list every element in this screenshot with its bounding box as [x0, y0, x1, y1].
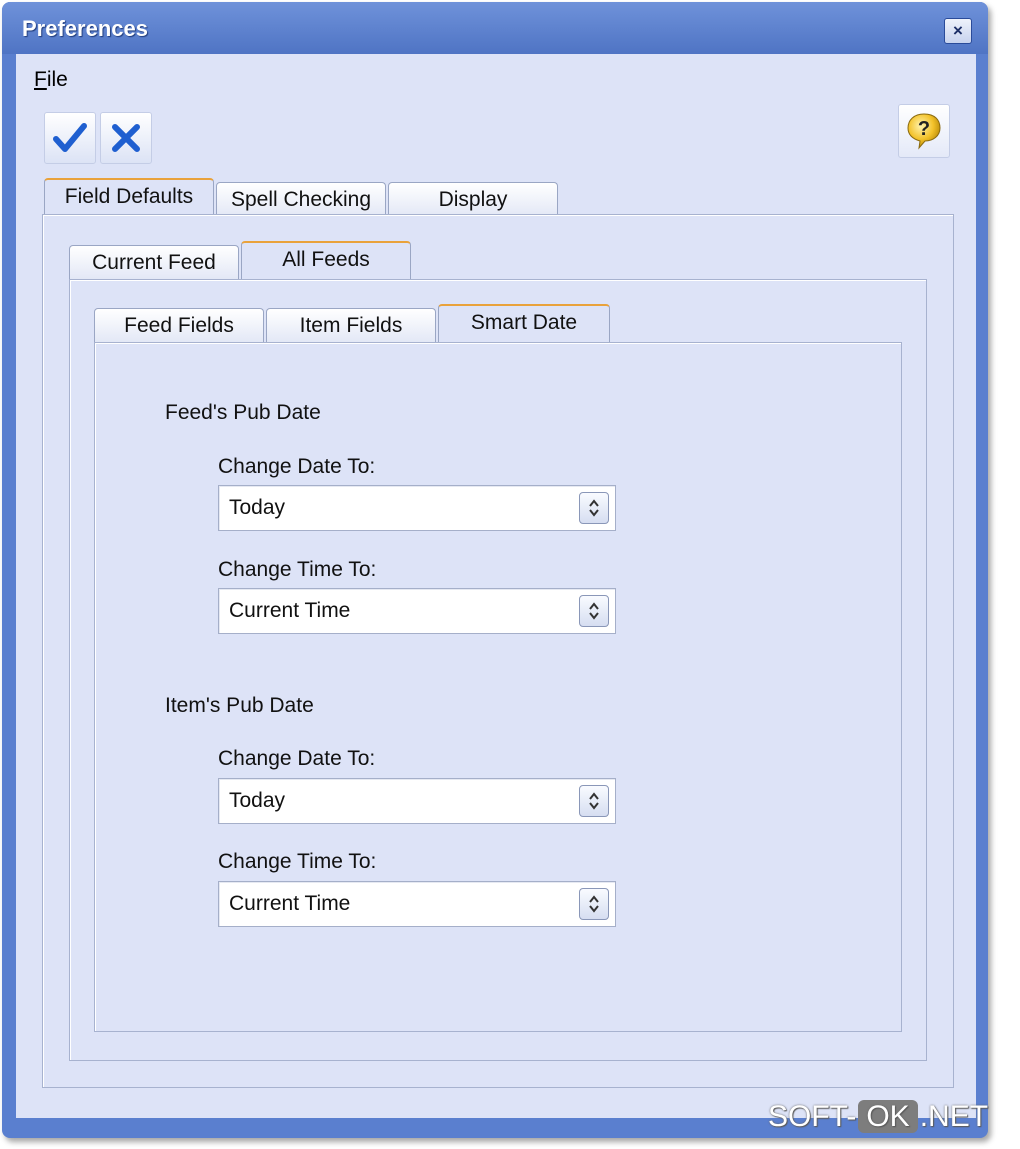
watermark: SOFT- OK .NET [768, 1100, 988, 1134]
feed-change-date-select[interactable]: Today [218, 485, 616, 531]
feed-change-time-value: Current Time [229, 599, 351, 622]
menu-file-mnemonic: F [34, 68, 47, 91]
feed-change-time-select[interactable]: Current Time [218, 588, 616, 634]
feed-change-time-spinner[interactable] [579, 595, 609, 627]
window-client-area: File ? Field Defaults Spell Checking Dis… [16, 54, 976, 1118]
item-change-time-value: Current Time [229, 892, 351, 915]
smart-date-panel: Feed's Pub Date Change Date To: Today Ch… [94, 342, 902, 1032]
menu-file[interactable]: File [34, 68, 68, 92]
title-bar[interactable]: Preferences × [2, 2, 988, 54]
item-change-date-select[interactable]: Today [218, 778, 616, 824]
feed-change-date-value: Today [229, 496, 286, 519]
up-down-arrows-icon [589, 499, 599, 517]
tab-smart-date[interactable]: Smart Date [438, 304, 610, 342]
tab-display[interactable]: Display [388, 182, 558, 216]
field-defaults-panel: Current Feed All Feeds Feed Fields Item … [42, 214, 954, 1088]
tab-spell-checking[interactable]: Spell Checking [216, 182, 386, 216]
help-button[interactable]: ? [898, 104, 950, 158]
watermark-right: .NET [919, 1100, 989, 1133]
ok-button[interactable] [44, 112, 96, 164]
watermark-ok: OK [858, 1100, 918, 1133]
tab-field-defaults[interactable]: Field Defaults [44, 178, 214, 216]
item-change-time-select[interactable]: Current Time [218, 881, 616, 927]
x-icon [112, 124, 140, 152]
feed-pub-date-heading: Feed's Pub Date [165, 401, 321, 424]
up-down-arrows-icon [589, 895, 599, 913]
close-button[interactable]: × [944, 18, 972, 44]
watermark-left: SOFT- [768, 1100, 857, 1133]
tab-current-feed[interactable]: Current Feed [69, 245, 239, 279]
checkmark-icon [53, 123, 87, 152]
question-icon: ? [907, 113, 941, 150]
up-down-arrows-icon [589, 792, 599, 810]
window-title: Preferences [22, 16, 148, 41]
tab-all-feeds[interactable]: All Feeds [241, 241, 411, 279]
up-down-arrows-icon [589, 602, 599, 620]
item-change-date-spinner[interactable] [579, 785, 609, 817]
cancel-button[interactable] [100, 112, 152, 164]
menu-file-label: ile [46, 68, 68, 91]
item-change-time-label: Change Time To: [218, 850, 377, 873]
item-change-date-label: Change Date To: [218, 747, 376, 770]
tab-feed-fields[interactable]: Feed Fields [94, 308, 264, 342]
tab-item-fields[interactable]: Item Fields [266, 308, 436, 342]
feed-change-date-spinner[interactable] [579, 492, 609, 524]
svg-text:?: ? [918, 118, 930, 140]
feed-change-date-label: Change Date To: [218, 455, 376, 478]
item-pub-date-heading: Item's Pub Date [165, 694, 314, 717]
all-feeds-panel: Feed Fields Item Fields Smart Date Feed'… [69, 279, 927, 1061]
item-change-time-spinner[interactable] [579, 888, 609, 920]
preferences-window: Preferences × File ? Field Defaults Spel… [2, 2, 988, 1138]
item-change-date-value: Today [229, 789, 286, 812]
feed-change-time-label: Change Time To: [218, 558, 377, 581]
